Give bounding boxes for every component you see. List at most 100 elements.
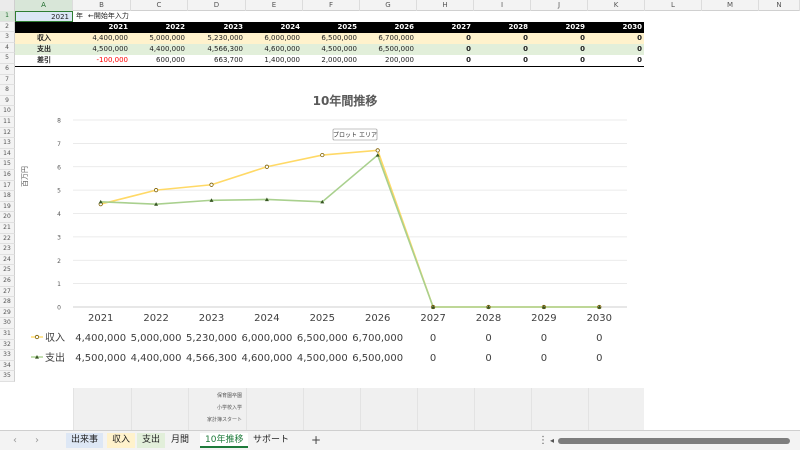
select-all-corner[interactable] (0, 0, 15, 11)
value-cell[interactable]: 5,230,000 (188, 33, 246, 44)
value-cell[interactable]: 0 (588, 55, 645, 66)
value-cell[interactable]: 6,500,000 (303, 33, 360, 44)
row-header[interactable]: 32 (0, 339, 15, 351)
value-cell[interactable]: 0 (417, 44, 474, 55)
year-header-cell[interactable]: 2027 (417, 22, 474, 33)
value-cell[interactable]: 600,000 (131, 55, 188, 66)
year-header-cell[interactable]: 2029 (531, 22, 588, 33)
column-header[interactable]: E (246, 0, 303, 11)
value-cell[interactable]: 1,400,000 (246, 55, 303, 66)
row-header[interactable]: 28 (0, 297, 15, 308)
sheet-tab[interactable]: 収入 (107, 433, 136, 448)
sheet-tab[interactable]: 出来事 (66, 433, 104, 448)
column-header[interactable]: C (131, 0, 188, 11)
value-cell[interactable]: 4,566,300 (188, 44, 246, 55)
cell-b1[interactable]: 年 (75, 11, 87, 22)
income-point[interactable] (320, 152, 325, 158)
value-cell[interactable]: 0 (474, 55, 531, 66)
value-cell[interactable]: 4,500,000 (73, 44, 131, 55)
row-label-cell[interactable]: 収入 (15, 33, 73, 44)
series-line[interactable] (100, 153, 600, 308)
sheet-tab[interactable]: 支出 (137, 433, 166, 448)
row-header[interactable]: 19 (0, 201, 15, 213)
row-header[interactable]: 12 (0, 127, 15, 139)
row-header[interactable]: 31 (0, 329, 15, 340)
value-cell[interactable]: 0 (474, 44, 531, 55)
row-header[interactable]: 16 (0, 170, 15, 181)
value-cell[interactable]: 0 (474, 33, 531, 44)
value-cell[interactable]: 4,400,000 (131, 44, 188, 55)
value-cell[interactable]: 4,500,000 (303, 44, 360, 55)
row-header[interactable]: 17 (0, 180, 15, 192)
column-header[interactable]: F (303, 0, 360, 11)
value-cell[interactable]: 200,000 (360, 55, 417, 66)
column-header[interactable]: H (417, 0, 474, 11)
value-cell[interactable]: 0 (531, 44, 588, 55)
add-sheet-button[interactable]: + (308, 433, 324, 448)
value-cell[interactable]: -100,000 (73, 55, 131, 66)
row-header[interactable]: 21 (0, 223, 15, 234)
column-header[interactable]: N (759, 0, 800, 11)
line-chart[interactable]: 10年間推移 百万円 012345678 2021 2022 2023 2024 202… (15, 75, 644, 395)
value-cell[interactable]: 4,400,000 (73, 33, 131, 44)
row-header[interactable]: 24 (0, 254, 15, 266)
row-header[interactable]: 1 (0, 11, 15, 22)
row-header[interactable]: 35 (0, 371, 15, 382)
row-header[interactable]: 9 (0, 95, 15, 107)
year-header-cell[interactable]: 2023 (188, 22, 246, 33)
value-cell[interactable]: 2,000,000 (303, 55, 360, 66)
value-cell[interactable]: 0 (417, 33, 474, 44)
row-header[interactable]: 3 (0, 32, 15, 43)
row-header[interactable]: 27 (0, 286, 15, 298)
row-label-cell[interactable]: 差引 (15, 55, 73, 66)
row-header[interactable]: 34 (0, 360, 15, 372)
value-cell[interactable]: 0 (588, 44, 645, 55)
horizontal-scrollbar[interactable] (558, 438, 790, 444)
row-label-cell[interactable]: 支出 (15, 44, 73, 55)
row-header[interactable]: 15 (0, 159, 15, 170)
income-point[interactable] (264, 164, 269, 169)
column-header[interactable]: I (474, 0, 531, 11)
value-cell[interactable]: 0 (588, 33, 645, 44)
cell-a1[interactable]: 2021 (15, 11, 73, 22)
row-header[interactable]: 26 (0, 276, 15, 287)
row-header[interactable]: 14 (0, 148, 15, 160)
prev-sheet-button[interactable]: ‹ (8, 434, 22, 448)
value-cell[interactable]: 6,700,000 (360, 33, 417, 44)
row-header[interactable]: 20 (0, 212, 15, 223)
column-header[interactable]: M (702, 0, 759, 11)
year-header-cell[interactable]: 2021 (73, 22, 131, 33)
column-header[interactable]: G (360, 0, 417, 11)
year-header-cell[interactable]: 2030 (588, 22, 645, 33)
income-point[interactable] (375, 148, 380, 153)
row-header[interactable]: 7 (0, 74, 15, 86)
year-header-cell[interactable]: 2026 (360, 22, 417, 33)
row-header[interactable]: 11 (0, 117, 15, 128)
row-header[interactable]: 8 (0, 85, 15, 96)
row-header[interactable]: 33 (0, 350, 15, 361)
more-options-icon[interactable]: ⋮ (538, 433, 548, 448)
value-cell[interactable]: 4,600,000 (246, 44, 303, 55)
year-header-cell[interactable]: 2022 (131, 22, 188, 33)
next-sheet-button[interactable]: › (30, 434, 44, 448)
column-header[interactable]: J (531, 0, 588, 11)
year-header-cell[interactable]: 2024 (246, 22, 303, 33)
value-cell[interactable]: 0 (531, 33, 588, 44)
row-header[interactable]: 29 (0, 307, 15, 319)
row-header[interactable]: 5 (0, 53, 15, 64)
value-cell[interactable]: 6,500,000 (360, 44, 417, 55)
row-header[interactable]: 2 (0, 21, 15, 33)
income-point[interactable] (154, 188, 159, 193)
row-header[interactable]: 4 (0, 42, 15, 54)
column-header[interactable]: L (645, 0, 702, 11)
row-header[interactable]: 23 (0, 244, 15, 255)
row-header[interactable]: 10 (0, 106, 15, 117)
value-cell[interactable]: 0 (531, 55, 588, 66)
column-header[interactable]: K (588, 0, 645, 11)
scroll-left-icon[interactable]: ◂ (550, 434, 558, 448)
value-cell[interactable]: 5,000,000 (131, 33, 188, 44)
row-header[interactable]: 22 (0, 233, 15, 245)
row-header[interactable]: 30 (0, 318, 15, 329)
value-cell[interactable]: 6,000,000 (246, 33, 303, 44)
sheet-tab[interactable]: サポート (248, 433, 294, 448)
